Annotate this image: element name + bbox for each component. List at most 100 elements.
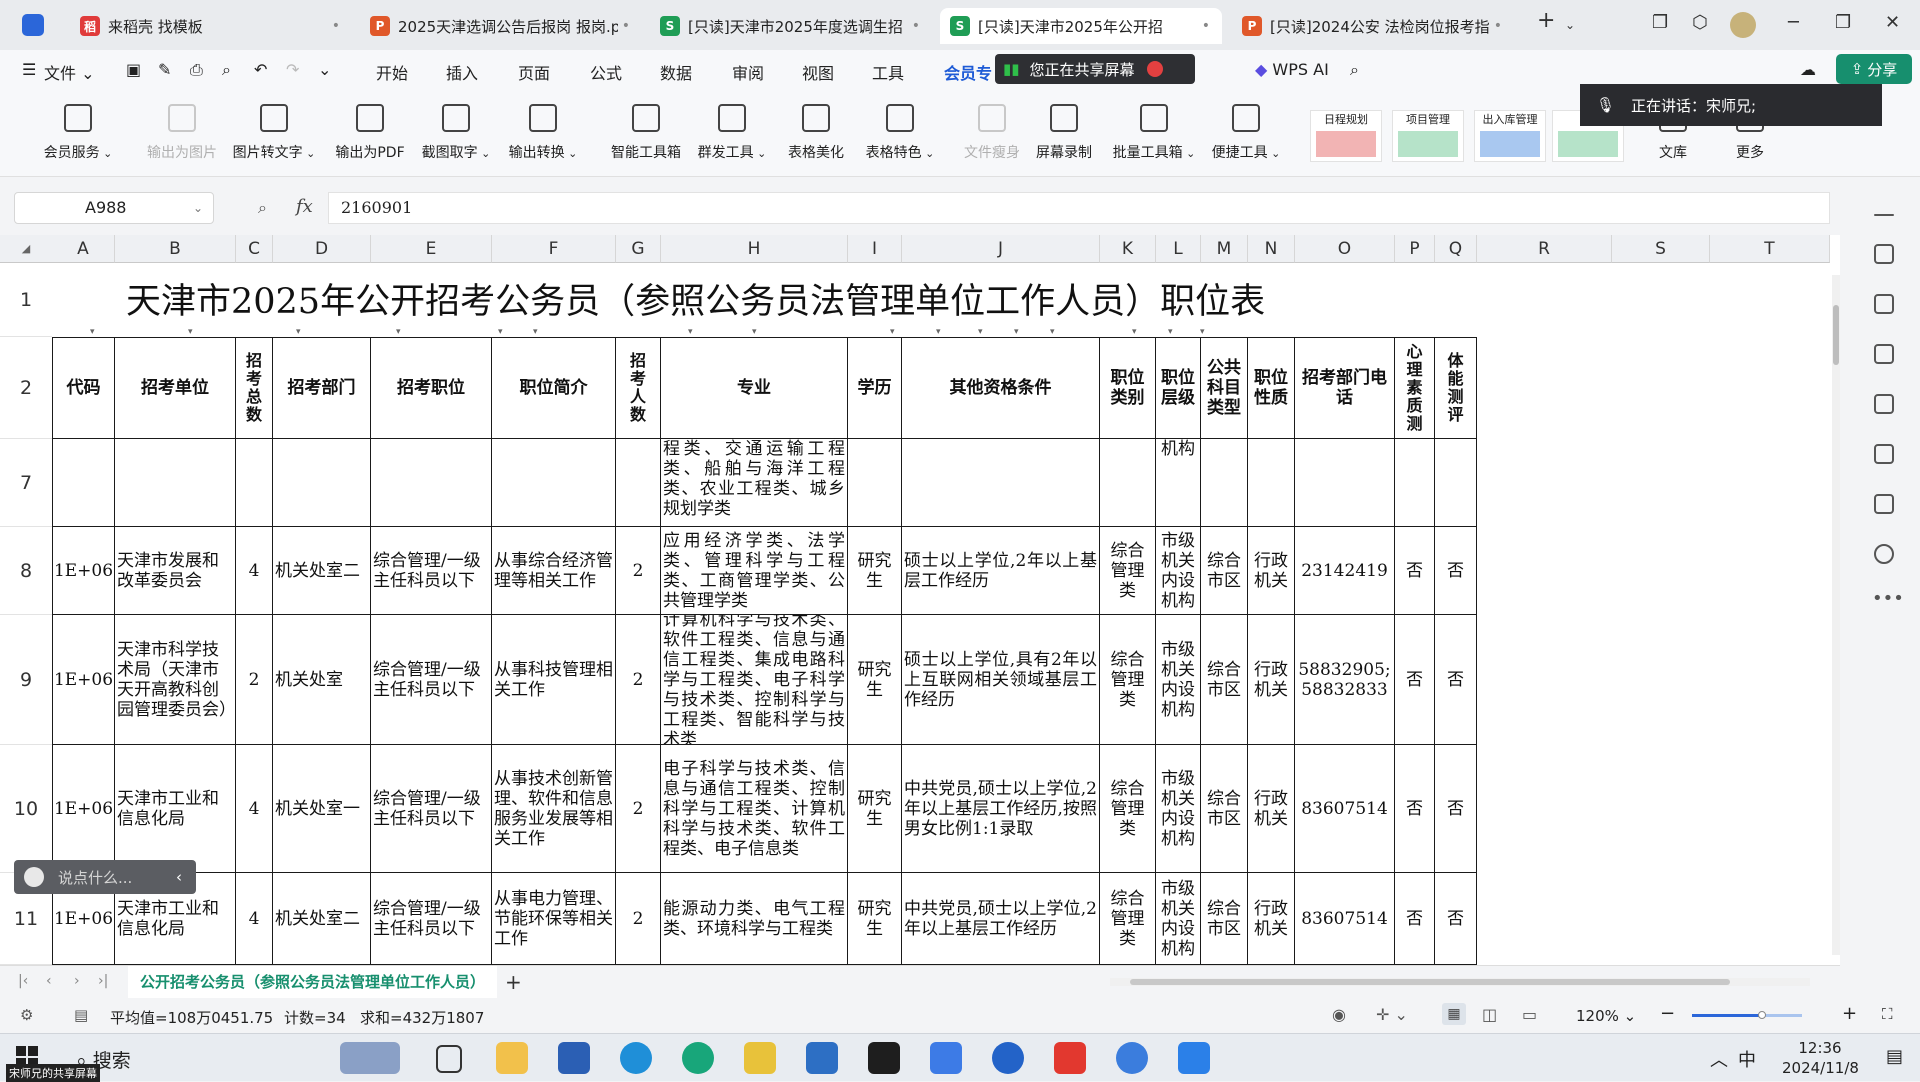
filter-dropdown-icon[interactable]: ▾: [90, 327, 95, 337]
table-cell[interactable]: 4: [236, 873, 273, 965]
filter-dropdown-icon[interactable]: ▾: [688, 327, 693, 337]
store-icon[interactable]: [744, 1042, 776, 1074]
table-cell[interactable]: [52, 439, 115, 527]
table-cell[interactable]: 1E+06: [52, 527, 115, 615]
ribbon-button[interactable]: 输出为图片: [136, 104, 228, 162]
table-cell[interactable]: 机关处室: [273, 615, 371, 745]
menu-tab[interactable]: 视图: [802, 60, 834, 84]
table-cell[interactable]: 23142419: [1295, 527, 1395, 615]
minimize-button[interactable]: ─: [1788, 12, 1799, 33]
comment-box[interactable]: 说点什么... ‹: [14, 860, 196, 894]
table-header-cell[interactable]: 职位类别: [1100, 337, 1156, 439]
table-header-cell[interactable]: 心理素质测: [1395, 337, 1435, 439]
browser-tab[interactable]: S [只读]天津市2025年度选调生招 •: [650, 8, 932, 44]
table-cell[interactable]: 否: [1395, 873, 1435, 965]
table-header-cell[interactable]: 招考总数: [236, 337, 273, 439]
fullscreen-icon[interactable]: ⛶: [1882, 1005, 1893, 1023]
table-header-cell[interactable]: 招考人数: [616, 337, 661, 439]
menu-tab[interactable]: 页面: [518, 60, 550, 84]
browser-tab[interactable]: S [只读]天津市2025年公开招 •: [940, 8, 1222, 44]
book-icon[interactable]: [1874, 494, 1894, 514]
column-header[interactable]: N: [1248, 235, 1295, 263]
media-player-icon[interactable]: [868, 1042, 900, 1074]
table-cell[interactable]: 行政机关: [1248, 527, 1295, 615]
table-cell[interactable]: 综合市区: [1201, 615, 1248, 745]
table-cell[interactable]: [1295, 439, 1395, 527]
table-cell[interactable]: 58832905; 58832833: [1295, 615, 1395, 745]
table-cell[interactable]: 天津市工业和信息化局: [115, 745, 236, 873]
table-cell[interactable]: 市级机关内设机构: [1156, 527, 1201, 615]
save-icon[interactable]: ▣: [126, 60, 141, 79]
notification-icon[interactable]: ▤: [1886, 1046, 1903, 1067]
filter-dropdown-icon[interactable]: ▾: [1014, 327, 1019, 337]
table-cell[interactable]: [1201, 439, 1248, 527]
search-icon[interactable]: ⌕: [1350, 60, 1359, 80]
table-cell[interactable]: 1E+06: [52, 745, 115, 873]
table-header-cell[interactable]: 职位性质: [1248, 337, 1295, 439]
app-menu-icon[interactable]: [22, 14, 44, 36]
filter-dropdown-icon[interactable]: ▾: [1050, 327, 1055, 337]
collapse-chevron-icon[interactable]: ‹: [176, 868, 182, 886]
table-cell[interactable]: [1248, 439, 1295, 527]
table-cell[interactable]: 行政机关: [1248, 873, 1295, 965]
table-header-cell[interactable]: 体能测评: [1435, 337, 1477, 439]
table-cell[interactable]: 综合市区: [1201, 527, 1248, 615]
column-header[interactable]: J: [902, 235, 1100, 263]
table-cell[interactable]: [1435, 439, 1477, 527]
table-cell[interactable]: 83607514: [1295, 745, 1395, 873]
edge-legacy-icon[interactable]: [620, 1042, 652, 1074]
first-sheet-icon[interactable]: |‹: [18, 973, 28, 989]
table-cell[interactable]: 天津市科学技术局（天津市天开高教科创园管理委员会）: [115, 615, 236, 745]
column-header[interactable]: I: [848, 235, 902, 263]
table-cell[interactable]: 4: [236, 527, 273, 615]
stop-sharing-icon[interactable]: [1146, 61, 1163, 77]
table-cell[interactable]: 市级机关内设机构: [1156, 615, 1201, 745]
column-header[interactable]: O: [1295, 235, 1395, 263]
row-header[interactable]: 7: [0, 439, 52, 527]
select-all-corner[interactable]: ◢: [0, 235, 52, 263]
add-sheet-button[interactable]: +: [505, 970, 522, 994]
column-header[interactable]: H: [661, 235, 848, 263]
table-cell[interactable]: 从事电力管理、节能环保等相关工作: [492, 873, 616, 965]
prev-sheet-icon[interactable]: ‹: [46, 973, 52, 989]
table-header-cell[interactable]: 招考部门: [273, 337, 371, 439]
spreadsheet-grid[interactable]: ◢ ABCDEFGHIJKLMNOPQRST 1 2 7 8 9 10 11 天津市2025…: [0, 235, 1840, 965]
ribbon-button[interactable]: 屏幕录制: [1018, 104, 1110, 162]
table-cell[interactable]: 市级机关内设机构: [1156, 745, 1201, 873]
fx-icon[interactable]: fx: [296, 196, 313, 217]
undo-icon[interactable]: ↶: [254, 60, 267, 79]
row-header[interactable]: 8: [0, 527, 52, 615]
zoom-slider[interactable]: [1692, 1011, 1802, 1019]
table-cell[interactable]: 机关处室二: [273, 527, 371, 615]
close-tab-icon[interactable]: •: [912, 18, 920, 34]
filter-dropdown-icon[interactable]: ▾: [752, 327, 757, 337]
redo-icon[interactable]: ↷: [286, 60, 299, 79]
word-icon[interactable]: [558, 1042, 590, 1074]
table-cell[interactable]: 综合管理类: [1100, 873, 1156, 965]
column-header[interactable]: P: [1395, 235, 1435, 263]
tab-list-chevron-icon[interactable]: ⌄: [1565, 18, 1575, 32]
tools-icon[interactable]: [1874, 444, 1894, 464]
table-cell[interactable]: 从事技术创新管理、软件和信息服务业发展等相关工作: [492, 745, 616, 873]
next-sheet-icon[interactable]: ›: [74, 973, 80, 989]
filter-dropdown-icon[interactable]: ▾: [1200, 327, 1205, 337]
column-header[interactable]: D: [273, 235, 371, 263]
table-cell[interactable]: [492, 439, 616, 527]
vertical-scrollbar[interactable]: [1832, 275, 1840, 955]
table-cell[interactable]: 从事综合经济管理等相关工作: [492, 527, 616, 615]
table-cell[interactable]: 市级机关内设机构: [1156, 873, 1201, 965]
reading-view-icon[interactable]: ◫: [1482, 1005, 1497, 1024]
format-icon[interactable]: [1874, 344, 1894, 364]
quick-access-chevron-icon[interactable]: ⌄: [318, 60, 331, 79]
sheet-tab-active[interactable]: 公开招考公务员（参照公务员法管理单位工作人员）: [128, 966, 498, 998]
close-tab-icon[interactable]: •: [622, 18, 630, 34]
focus-mode-icon[interactable]: ✛ ⌄: [1376, 1005, 1408, 1024]
table-cell[interactable]: 2: [616, 873, 661, 965]
table-cell[interactable]: 硕士以上学位,具有2年以上互联网相关领域基层工作经历: [902, 615, 1100, 745]
onedrive-icon[interactable]: [992, 1042, 1024, 1074]
ribbon-button[interactable]: 截图取字 ⌄: [410, 104, 502, 162]
table-cell[interactable]: 否: [1435, 745, 1477, 873]
table-cell[interactable]: [1100, 439, 1156, 527]
table-cell[interactable]: [371, 439, 492, 527]
macro-icon[interactable]: ⚙: [20, 1006, 33, 1024]
